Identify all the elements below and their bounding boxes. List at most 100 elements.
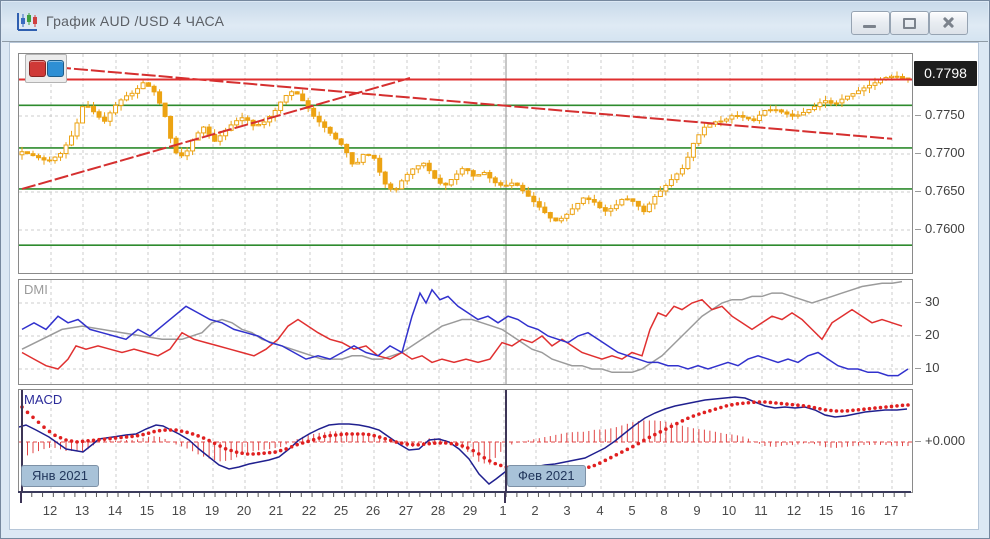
signal-dot xyxy=(895,404,899,408)
close-button[interactable] xyxy=(929,11,968,35)
candle-body xyxy=(317,116,321,122)
candle-body xyxy=(334,133,338,139)
candle-body xyxy=(471,171,475,176)
signal-dot xyxy=(879,406,883,410)
signal-dot xyxy=(31,416,35,420)
trendline-ascending-support xyxy=(22,78,410,189)
time-axis-svg: 1213141518192021222526272829123458910111… xyxy=(18,491,911,523)
candle-body xyxy=(504,185,508,186)
signal-dot xyxy=(306,440,310,444)
candle-body xyxy=(202,127,206,133)
candle-body xyxy=(609,209,613,212)
signal-dot xyxy=(367,433,371,437)
x-axis-label: 29 xyxy=(463,503,477,518)
candle-body xyxy=(724,119,728,121)
candle-body xyxy=(653,196,657,204)
candle-body xyxy=(614,205,618,209)
signal-dot xyxy=(659,430,663,434)
candle-body xyxy=(647,204,651,212)
signal-dot xyxy=(130,435,134,439)
macd-indicator-panel[interactable]: MACD xyxy=(18,389,913,493)
candle-body xyxy=(735,116,739,117)
signal-dot xyxy=(604,459,608,463)
candle-body xyxy=(411,169,415,174)
candle-body xyxy=(383,172,387,184)
signal-dot xyxy=(262,451,266,455)
signal-dot xyxy=(273,450,277,454)
minimize-button[interactable] xyxy=(851,11,890,35)
signal-dot xyxy=(317,436,321,440)
signal-dot xyxy=(736,402,740,406)
signal-dot xyxy=(147,431,151,435)
candle-body xyxy=(37,156,41,158)
signal-dot xyxy=(449,442,453,446)
candle-body xyxy=(510,183,514,186)
candle-body xyxy=(730,116,734,119)
signal-dot xyxy=(411,443,415,447)
x-axis-label: 1 xyxy=(499,503,506,518)
trendline-descending-resistance xyxy=(57,67,892,138)
time-axis: 1213141518192021222526272829123458910111… xyxy=(18,491,911,523)
candle-body xyxy=(658,191,662,196)
signal-dot xyxy=(323,435,327,439)
candle-body xyxy=(108,113,112,121)
signal-dot xyxy=(48,430,52,434)
signal-dot xyxy=(670,425,674,429)
x-axis-label: 16 xyxy=(851,503,865,518)
signal-dot xyxy=(312,438,316,442)
candle-body xyxy=(279,102,283,110)
signal-dot xyxy=(868,407,872,411)
candle-body xyxy=(746,117,750,119)
title-bar[interactable]: График AUD /USD 4 ЧАСА xyxy=(2,2,988,42)
candle-body xyxy=(125,96,129,100)
candle-body xyxy=(719,121,723,122)
candle-body xyxy=(691,143,695,157)
blue-marker-button[interactable] xyxy=(47,60,64,77)
signal-dot xyxy=(862,407,866,411)
candle-body xyxy=(763,111,767,116)
x-axis-label: 12 xyxy=(43,503,57,518)
drawing-toolbar xyxy=(25,54,67,83)
dmi-indicator-panel[interactable]: DMI xyxy=(18,279,913,385)
signal-dot xyxy=(202,436,206,440)
candle-body xyxy=(356,162,360,164)
minimize-icon xyxy=(863,25,876,28)
window-title: График AUD /USD 4 ЧАСА xyxy=(46,13,224,29)
red-marker-button[interactable] xyxy=(29,60,46,77)
signal-dot xyxy=(637,442,641,446)
x-axis-label: 21 xyxy=(269,503,283,518)
signal-dot xyxy=(780,402,784,406)
candle-body xyxy=(169,116,173,138)
price-axis-label: 0.7600 xyxy=(915,221,977,236)
restore-button[interactable] xyxy=(890,11,929,35)
signal-dot xyxy=(791,403,795,407)
candle-body xyxy=(840,99,844,103)
signal-dot xyxy=(835,409,839,413)
signal-dot xyxy=(405,442,409,446)
candle-body xyxy=(48,160,52,161)
candle-body xyxy=(422,163,426,166)
candle-body xyxy=(460,169,464,174)
signal-dot xyxy=(807,405,811,409)
candle-body xyxy=(867,85,871,88)
dmi-axis-label: 30 xyxy=(915,294,977,309)
price-chart-panel[interactable] xyxy=(18,53,913,274)
signal-dot xyxy=(86,439,90,443)
signal-dot xyxy=(785,402,789,406)
signal-dot xyxy=(626,448,630,452)
signal-dot xyxy=(356,432,360,436)
candle-body xyxy=(119,100,123,105)
candle-body xyxy=(372,155,376,158)
signal-dot xyxy=(719,406,723,410)
candle-body xyxy=(136,89,140,94)
candle-body xyxy=(86,106,90,107)
candle-body xyxy=(389,184,393,189)
candle-body xyxy=(631,199,635,202)
signal-dot xyxy=(901,404,905,408)
candle-body xyxy=(856,91,860,94)
signal-dot xyxy=(906,403,910,407)
signal-dot xyxy=(730,403,734,407)
candle-body xyxy=(515,183,519,185)
signal-dot xyxy=(681,419,685,423)
signal-dot xyxy=(493,462,497,466)
